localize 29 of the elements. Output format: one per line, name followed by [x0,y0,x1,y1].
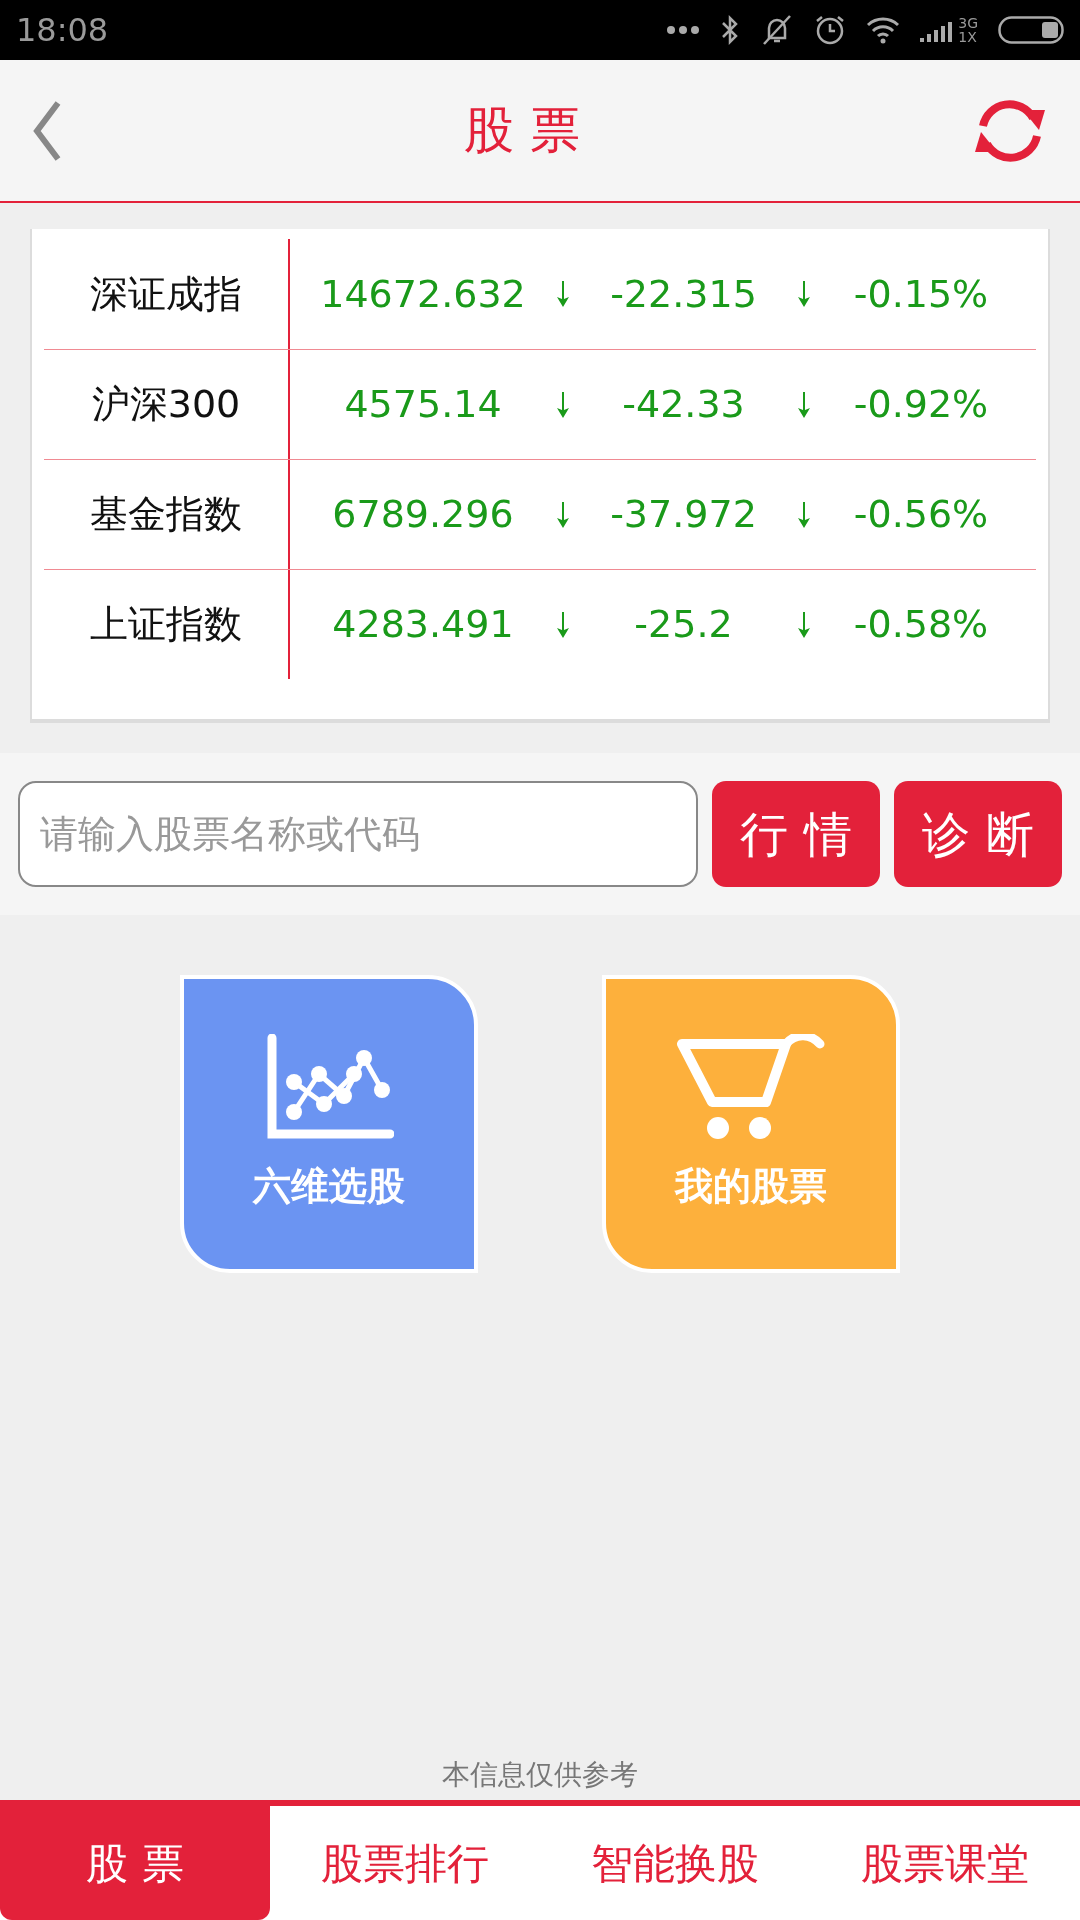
index-name: 沪深300 [91,381,241,428]
feature-tile[interactable]: 六维选股 [180,975,478,1273]
index-percent: -0.92% [853,381,989,428]
network-subtype: 1X [958,30,978,44]
index-change: -37.972 [610,491,757,538]
disclaimer-text: 本信息仅供参考 [442,1757,638,1793]
status-time: 18:08 [16,10,109,51]
index-value: 4283.491 [332,601,514,648]
search-field[interactable]: 请输入股票名称或代码 [18,781,698,887]
index-name: 基金指数 [90,491,242,538]
index-name: 上证指数 [90,601,242,648]
network-type: 3G [958,16,978,30]
index-percent: -0.58% [853,601,989,648]
bottom-tab[interactable]: 股 票 [0,1806,270,1920]
quotes-button[interactable]: 行 情 [712,781,880,887]
index-change: -22.315 [610,270,757,318]
index-percent: -0.56% [853,491,989,538]
index-percent: -0.15% [853,270,989,318]
page-title: 股 票 [464,100,580,161]
index-change: -42.33 [622,381,745,428]
battery-icon [998,16,1064,44]
index-value: 6789.296 [332,491,514,538]
diagnose-button[interactable]: 诊 断 [894,781,1062,887]
wifi-icon [866,16,901,44]
index-value: 14672.632 [320,270,526,318]
index-value: 4575.14 [344,381,502,428]
index-change: -25.2 [634,601,733,648]
index-name: 深证成指 [90,270,242,318]
more-dots-icon [666,25,701,35]
